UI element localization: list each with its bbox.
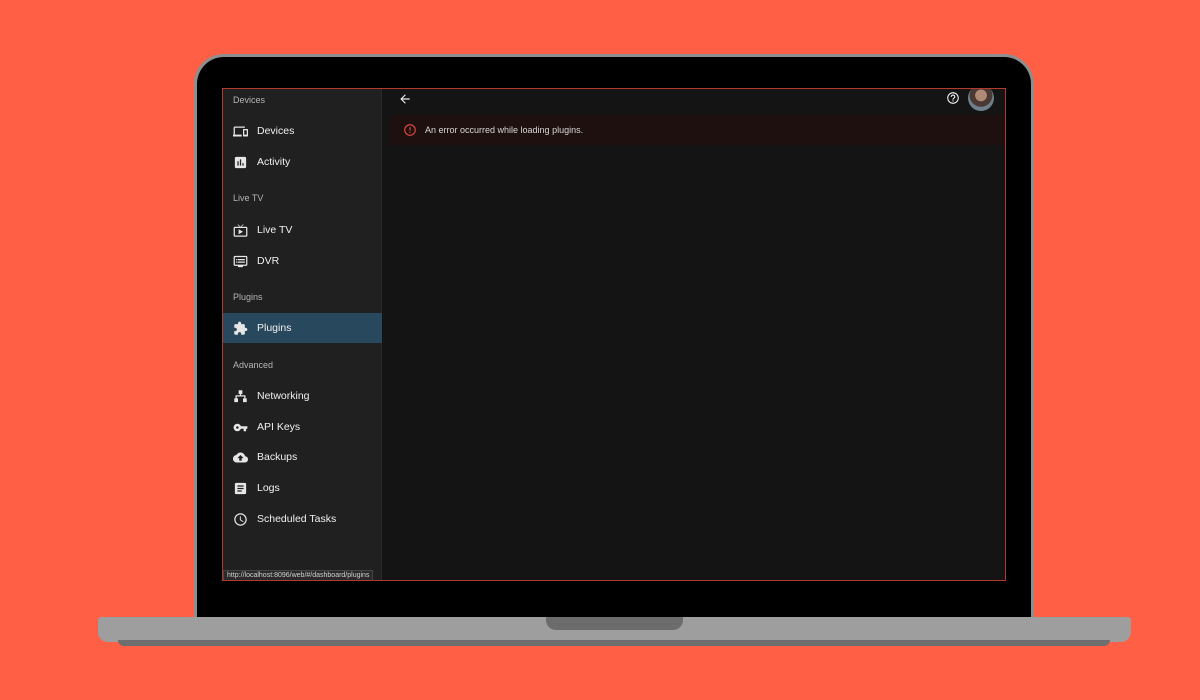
document-icon	[233, 481, 248, 496]
sidebar: Devices Devices Activity Live TV Live TV	[223, 89, 382, 580]
sidebar-item-networking[interactable]: Networking	[223, 381, 382, 411]
key-icon	[233, 420, 248, 435]
arrow-left-icon	[400, 94, 410, 104]
main-content: An error occurred while loading plugins.	[383, 89, 1005, 580]
back-button[interactable]	[397, 91, 413, 107]
error-message: An error occurred while loading plugins.	[425, 125, 584, 135]
sidebar-item-label: API Keys	[257, 421, 301, 433]
sidebar-item-label: Devices	[257, 125, 295, 137]
sidebar-item-label: Backups	[257, 451, 298, 463]
sidebar-item-dvr[interactable]: DVR	[223, 246, 382, 276]
sidebar-item-scheduled-tasks[interactable]: Scheduled Tasks	[223, 504, 382, 534]
section-header-advanced: Advanced	[233, 360, 274, 370]
error-icon	[403, 123, 417, 137]
sidebar-item-label: Scheduled Tasks	[257, 513, 337, 525]
sidebar-item-backups[interactable]: Backups	[223, 442, 382, 472]
app-window: Devices Devices Activity Live TV Live TV	[222, 88, 1006, 581]
status-bar-url: http://localhost:8096/web/#/dashboard/pl…	[223, 570, 374, 580]
clock-icon	[233, 512, 248, 527]
help-button[interactable]	[945, 90, 961, 106]
laptop-notch	[546, 617, 683, 630]
sidebar-item-live-tv[interactable]: Live TV	[223, 215, 382, 245]
error-alert: An error occurred while loading plugins.	[391, 115, 1003, 145]
sidebar-item-label: Logs	[257, 482, 280, 494]
sidebar-item-label: Live TV	[257, 224, 293, 236]
network-icon	[233, 389, 248, 404]
help-circle-icon	[947, 92, 959, 104]
sidebar-item-label: Activity	[257, 156, 291, 168]
sidebar-item-activity[interactable]: Activity	[223, 147, 382, 177]
devices-icon	[233, 124, 248, 139]
cloud-upload-icon	[233, 450, 248, 465]
section-header-devices: Devices	[233, 95, 266, 105]
live-tv-icon	[233, 223, 248, 238]
section-header-live-tv: Live TV	[233, 193, 264, 203]
laptop-base-shadow	[118, 640, 1110, 646]
sidebar-item-api-keys[interactable]: API Keys	[223, 412, 382, 442]
sidebar-item-label: Plugins	[257, 322, 292, 334]
sidebar-item-plugins[interactable]: Plugins	[223, 313, 382, 343]
avatar[interactable]	[968, 89, 994, 111]
dvr-icon	[233, 254, 248, 269]
activity-icon	[233, 155, 248, 170]
sidebar-item-devices[interactable]: Devices	[223, 116, 382, 146]
section-header-plugins: Plugins	[233, 292, 263, 302]
sidebar-item-label: Networking	[257, 390, 310, 402]
sidebar-item-label: DVR	[257, 255, 280, 267]
puzzle-icon	[233, 321, 248, 336]
sidebar-item-logs[interactable]: Logs	[223, 473, 382, 503]
